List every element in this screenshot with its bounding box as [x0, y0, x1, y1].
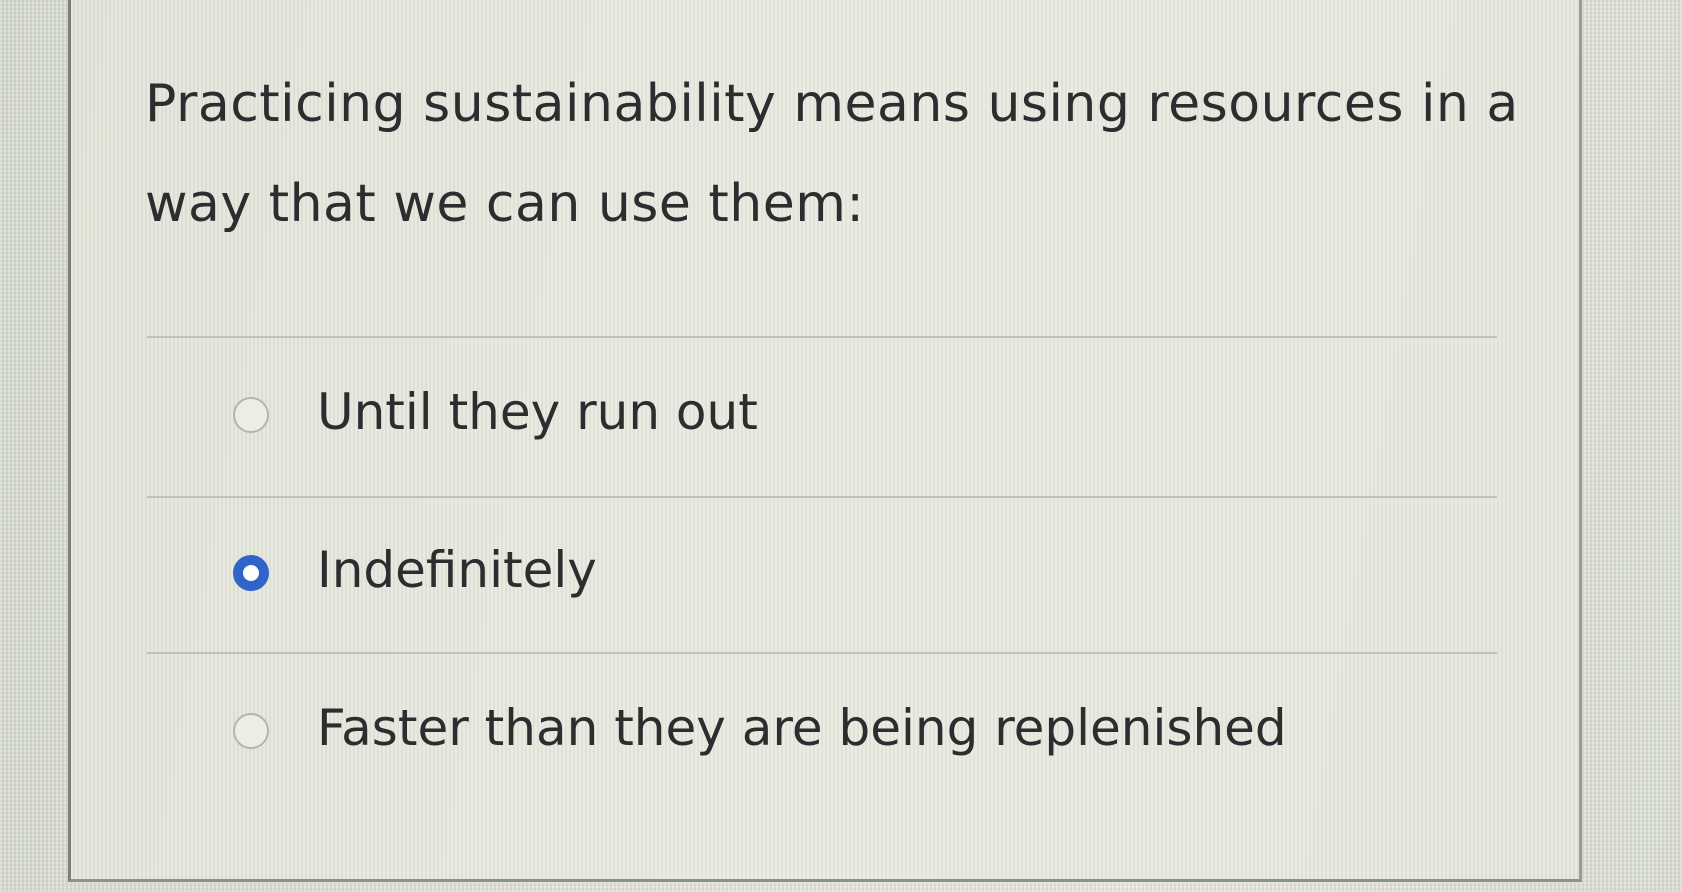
answer-label: Indefinitely: [317, 541, 597, 599]
question-text: Practicing sustainability means using re…: [145, 74, 1519, 234]
answer-option-faster-than-replenished[interactable]: Faster than they are being replenished: [147, 674, 1497, 784]
answer-label: Until they run out: [317, 383, 758, 441]
answer-option-indefinitely[interactable]: Indefinitely: [147, 516, 1497, 626]
radio-button[interactable]: [233, 713, 269, 749]
answer-label: Faster than they are being replenished: [317, 699, 1287, 757]
answer-option-until-they-run-out[interactable]: Until they run out: [147, 358, 1497, 468]
question-card: Practicing sustainability means using re…: [68, 0, 1582, 882]
radio-button[interactable]: [233, 397, 269, 433]
divider: [147, 652, 1497, 654]
divider: [147, 336, 1497, 338]
radio-button-selected[interactable]: [233, 555, 269, 591]
divider: [147, 496, 1497, 498]
